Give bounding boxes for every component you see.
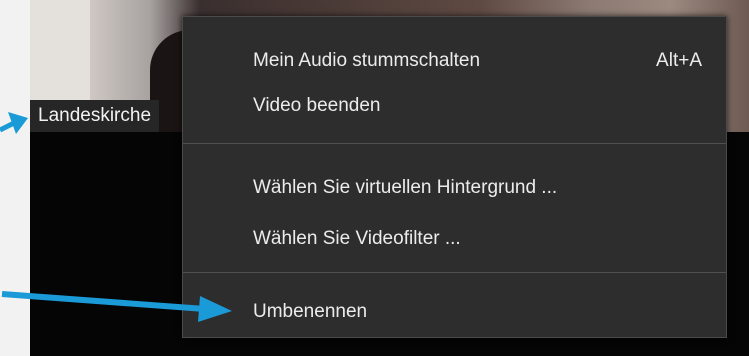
screenshot-stage: Landeskirche Mein Audio stummschalten Al…: [0, 0, 749, 356]
arrow-to-name-label: [0, 112, 28, 134]
arrow-to-rename-item: [1, 291, 232, 322]
annotation-arrows: [0, 112, 232, 322]
